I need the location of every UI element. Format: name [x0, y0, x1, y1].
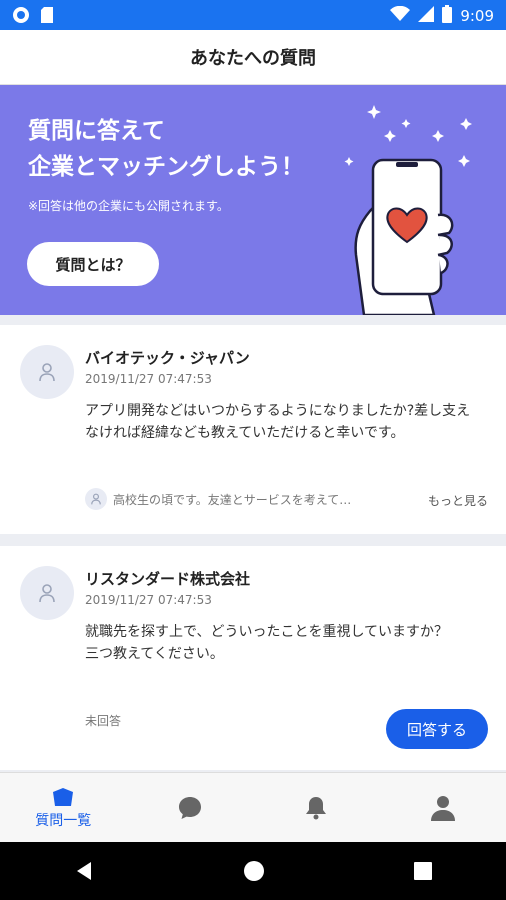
- back-icon[interactable]: [73, 860, 95, 882]
- user-icon: [39, 363, 55, 382]
- tab-profile[interactable]: [380, 773, 506, 843]
- user-icon: [39, 584, 55, 603]
- company-avatar: [20, 566, 74, 620]
- question-text-line2: 三つ教えてください。: [85, 646, 224, 662]
- sparkle-icon: [367, 105, 381, 119]
- status-time: 9:09: [460, 7, 494, 25]
- banner-note: ※回答は他の企業にも公開されます。: [28, 199, 229, 213]
- user-icon: [85, 488, 107, 510]
- page-title: あなたへの質問: [190, 48, 316, 69]
- profile-icon: [430, 796, 455, 821]
- tab-messages[interactable]: [127, 773, 254, 843]
- unanswered-status: 未回答: [85, 714, 122, 728]
- company-name: バイオテック・ジャパン: [85, 349, 250, 367]
- question-text: 就職先を探す上で、どういったことを重視していますか？ 三つ教えてください。: [85, 621, 480, 665]
- sd-card-icon: [40, 6, 54, 28]
- question-card[interactable]: リスタンダード株式会社 2019/11/27 07:47:53 就職先を探す上で…: [0, 546, 506, 770]
- home-icon[interactable]: [242, 859, 266, 883]
- banner-title-line2: 企業とマッチングしよう！: [28, 154, 304, 180]
- bottom-nav: 質問一覧: [0, 772, 506, 843]
- answer-button[interactable]: 回答する: [386, 709, 488, 749]
- question-list-icon: [53, 788, 74, 806]
- bell-icon: [306, 797, 327, 820]
- question-text-line1: 就職先を探す上で、どういったことを重視していますか？: [85, 624, 449, 640]
- battery-icon: [442, 5, 453, 27]
- recents-icon[interactable]: [413, 861, 433, 881]
- more-link[interactable]: もっと見る: [428, 492, 488, 509]
- status-bar: 9:09: [0, 0, 506, 30]
- wifi-icon: [390, 5, 411, 26]
- question-date: 2019/11/27 07:47:53: [85, 372, 212, 386]
- question-text: アプリ開発などはいつからするようになりましたか?差し支えなければ経緯なども教えて…: [85, 403, 471, 441]
- tab-questions-label: 質問一覧: [35, 813, 92, 829]
- tab-questions[interactable]: 質問一覧: [0, 773, 127, 843]
- answer-preview[interactable]: 高校生の頃です。友達とサービスを考えて…: [85, 488, 351, 510]
- question-date: 2019/11/27 07:47:53: [85, 593, 212, 607]
- signal-icon: [418, 6, 435, 26]
- promo-banner: 質問に答えて 企業とマッチングしよう！ ※回答は他の企業にも公開されます。 質問…: [0, 85, 506, 315]
- tab-notifications[interactable]: [253, 773, 380, 843]
- answer-preview-text: 高校生の頃です。友達とサービスを考えて…: [113, 492, 352, 507]
- chat-bubble-icon: [178, 797, 201, 819]
- company-avatar: [20, 345, 74, 399]
- page-header: あなたへの質問: [0, 30, 506, 85]
- phone-hand-illustration: [344, 105, 472, 315]
- what-is-question-button[interactable]: 質問とは？: [27, 242, 159, 286]
- banner-title: 質問に答えて 企業とマッチングしよう！: [28, 113, 304, 185]
- android-nav-bar: [0, 842, 506, 900]
- company-name: リスタンダード株式会社: [85, 570, 251, 588]
- banner-title-line1: 質問に答えて: [28, 118, 165, 144]
- question-card[interactable]: バイオテック・ジャパン 2019/11/27 07:47:53 アプリ開発などは…: [0, 325, 506, 534]
- notification-icon: [12, 6, 30, 28]
